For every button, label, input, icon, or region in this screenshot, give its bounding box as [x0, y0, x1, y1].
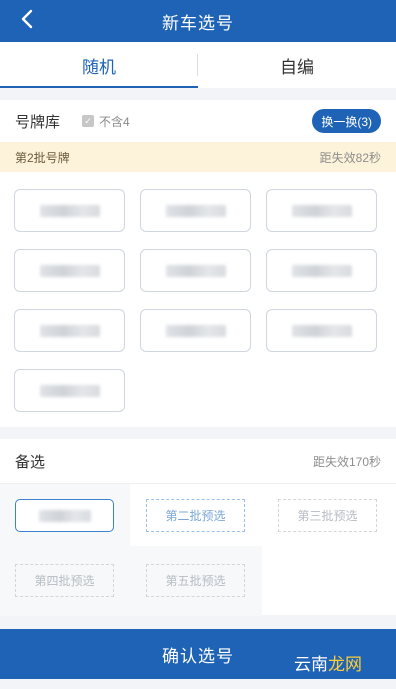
plate-option[interactable]	[266, 249, 377, 292]
back-button[interactable]	[16, 8, 38, 30]
plate-library-card: 号牌库 ✓ 不含4 换一换(3) 第2批号牌 距失效82秒	[0, 100, 396, 427]
blurred-plate-number	[39, 384, 100, 397]
plate-grid	[0, 172, 396, 412]
plate-option[interactable]	[14, 189, 125, 232]
blurred-plate-number	[165, 324, 226, 337]
blurred-plate-number	[291, 204, 352, 217]
check-icon: ✓	[82, 115, 95, 127]
plate-option[interactable]	[14, 369, 125, 412]
backup-slot-2[interactable]: 第二批预选	[146, 499, 245, 532]
backup-slot-4[interactable]: 第四批预选	[15, 564, 114, 597]
backup-slot-5[interactable]: 第五批预选	[146, 564, 245, 597]
top-nav-bar: 新车选号	[0, 0, 396, 42]
plate-option[interactable]	[14, 309, 125, 352]
plate-library-header: 号牌库 ✓ 不含4 换一换(3)	[0, 100, 396, 142]
mode-tabs: 随机 自编	[0, 42, 396, 88]
plate-option[interactable]	[140, 309, 251, 352]
blurred-plate-number	[38, 509, 91, 522]
page-title: 新车选号	[162, 13, 234, 33]
plate-option[interactable]	[14, 249, 125, 292]
blurred-plate-number	[291, 264, 352, 277]
blurred-plate-number	[39, 264, 100, 277]
plate-option[interactable]	[266, 189, 377, 232]
backup-section: 备选 距失效170秒 第二批预选 第三批预选 第四批预选 第五批预选	[0, 439, 396, 616]
exclude-four-label: 不含4	[99, 114, 130, 129]
backup-slot-1[interactable]	[15, 499, 114, 532]
blurred-plate-number	[39, 324, 100, 337]
tab-custom[interactable]: 自编	[198, 42, 396, 88]
backup-countdown: 距失效170秒	[312, 454, 381, 469]
plate-option[interactable]	[266, 309, 377, 352]
plate-option[interactable]	[140, 189, 251, 232]
batch-info-bar: 第2批号牌 距失效82秒	[0, 142, 396, 172]
blurred-plate-number	[291, 324, 352, 337]
batch-label: 第2批号牌	[15, 150, 70, 165]
blurred-plate-number	[39, 204, 100, 217]
blurred-plate-number	[165, 204, 226, 217]
chevron-left-icon	[21, 9, 33, 29]
confirm-button[interactable]: 确认选号	[0, 629, 396, 679]
tab-random[interactable]: 随机	[0, 42, 198, 88]
swap-button[interactable]: 换一换(3)	[312, 109, 381, 133]
backup-label: 备选	[15, 453, 46, 471]
blurred-plate-number	[165, 264, 226, 277]
backup-slots: 第二批预选 第三批预选 第四批预选 第五批预选	[0, 483, 396, 616]
backup-slot-3[interactable]: 第三批预选	[278, 499, 377, 532]
plate-option[interactable]	[140, 249, 251, 292]
plate-library-label: 号牌库	[15, 113, 61, 131]
exclude-four-checkbox[interactable]: ✓ 不含4	[82, 113, 130, 130]
batch-countdown: 距失效82秒	[319, 150, 381, 165]
backup-header: 备选 距失效170秒	[0, 439, 396, 483]
